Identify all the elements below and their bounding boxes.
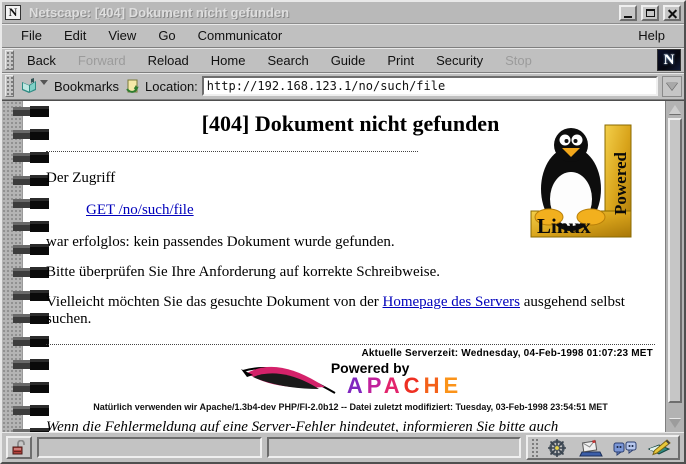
- maximize-icon: [646, 9, 655, 17]
- apache-feather-icon: [239, 363, 349, 399]
- bookmarks-icon[interactable]: [20, 78, 38, 94]
- titlebar[interactable]: N Netscape: [404] Dokument nicht gefunde…: [2, 2, 684, 24]
- homepage-link[interactable]: Homepage des Servers: [383, 294, 520, 310]
- chevron-down-icon: [666, 82, 678, 90]
- netscape-logo[interactable]: N: [657, 49, 681, 71]
- footer-line1: Wenn die Fehlermeldung auf eine Server-F…: [46, 419, 558, 432]
- footer-note: Wenn die Fehlermeldung auf eine Server-F…: [46, 418, 655, 432]
- status-message-area: [267, 437, 521, 458]
- linux-logo-text: Linux: [537, 214, 591, 238]
- bookmarks-caret-icon: [40, 80, 48, 85]
- security-indicator-button[interactable]: [6, 436, 32, 459]
- menu-communicator[interactable]: Communicator: [187, 25, 294, 46]
- status-bar: [2, 432, 684, 462]
- browser-viewport: [404] Dokument nicht gefunden: [2, 100, 684, 432]
- request-link[interactable]: GET /no/such/file: [86, 202, 194, 218]
- check-text: Bitte überprüfen Sie Ihre Anforderung au…: [46, 264, 655, 281]
- maximize-button[interactable]: [641, 5, 659, 21]
- linux-powered-text: Powered: [611, 152, 630, 215]
- print-button[interactable]: Print: [376, 50, 425, 71]
- suggest-pre: Vielleicht möchten Sie das gesuchte Doku…: [46, 294, 383, 310]
- component-bar-grip[interactable]: [531, 438, 539, 457]
- location-label: Location:: [145, 79, 198, 94]
- apache-letter: P: [367, 373, 384, 398]
- guide-button[interactable]: Guide: [320, 50, 377, 71]
- bookmarks-label[interactable]: Bookmarks: [54, 79, 119, 94]
- netscape-window: N Netscape: [404] Dokument nicht gefunde…: [0, 0, 686, 464]
- suggest-text: Vielleicht möchten Sie das gesuchte Doku…: [46, 294, 655, 328]
- toolbar-grip[interactable]: [5, 50, 14, 70]
- apache-logo: Powered by APACHE: [239, 361, 462, 399]
- reload-button[interactable]: Reload: [137, 50, 200, 71]
- server-time: Aktuelle Serverzeit: Wednesday, 04-Feb-1…: [46, 348, 653, 359]
- navigator-icon[interactable]: [541, 437, 573, 458]
- menu-edit[interactable]: Edit: [53, 25, 97, 46]
- component-bar: [526, 435, 680, 460]
- minimize-icon: [624, 16, 632, 18]
- apache-letter: H: [424, 373, 444, 398]
- stop-button: Stop: [494, 50, 543, 71]
- url-input[interactable]: [202, 76, 658, 96]
- netscape-logo-letter: N: [664, 52, 675, 69]
- url-dropdown-button[interactable]: [662, 76, 682, 97]
- composer-icon[interactable]: [643, 437, 675, 458]
- mailbox-icon[interactable]: [575, 437, 607, 458]
- apache-wordmark: APACHE: [347, 375, 462, 397]
- window-title: Netscape: [404] Dokument nicht gefunden: [25, 5, 615, 20]
- discussions-icon[interactable]: [609, 437, 641, 458]
- apache-letter: A: [384, 373, 404, 398]
- server-version-line: Natürlich verwenden wir Apache/1.3b4-dev…: [46, 402, 655, 412]
- location-bar: Bookmarks Location:: [2, 73, 684, 100]
- menu-bar: File Edit View Go Communicator Help: [2, 24, 684, 48]
- forward-button: Forward: [67, 50, 137, 71]
- location-bar-grip[interactable]: [5, 75, 14, 97]
- scroll-down-button[interactable]: [667, 416, 683, 431]
- progress-bar: [37, 437, 262, 458]
- open-padlock-icon: [12, 440, 26, 455]
- vertical-scrollbar[interactable]: [665, 101, 684, 432]
- netscape-window-icon: N: [5, 5, 21, 20]
- apache-letter: E: [443, 373, 462, 398]
- location-page-icon[interactable]: [123, 78, 141, 94]
- arrow-up-icon: [669, 105, 681, 114]
- error-page: [404] Dokument nicht gefunden: [2, 101, 665, 432]
- back-button[interactable]: Back: [16, 50, 67, 71]
- divider: [46, 344, 655, 345]
- apache-letter: A: [347, 373, 367, 398]
- linux-powered-logo: Linux Powered: [529, 119, 633, 247]
- apache-letter: C: [404, 373, 424, 398]
- arrow-down-icon: [669, 419, 681, 428]
- search-button[interactable]: Search: [256, 50, 319, 71]
- window-icon-letter: N: [9, 5, 18, 20]
- scrollbar-thumb[interactable]: [668, 118, 682, 403]
- home-button[interactable]: Home: [200, 50, 257, 71]
- divider: [46, 151, 418, 152]
- navigation-toolbar: Back Forward Reload Home Search Guide Pr…: [2, 48, 684, 73]
- scroll-up-button[interactable]: [667, 102, 683, 117]
- menu-help[interactable]: Help: [627, 25, 676, 46]
- menu-file[interactable]: File: [10, 25, 53, 46]
- minimize-button[interactable]: [619, 5, 637, 21]
- close-button[interactable]: [663, 5, 681, 21]
- menu-go[interactable]: Go: [147, 25, 186, 46]
- security-button[interactable]: Security: [425, 50, 494, 71]
- menu-view[interactable]: View: [97, 25, 147, 46]
